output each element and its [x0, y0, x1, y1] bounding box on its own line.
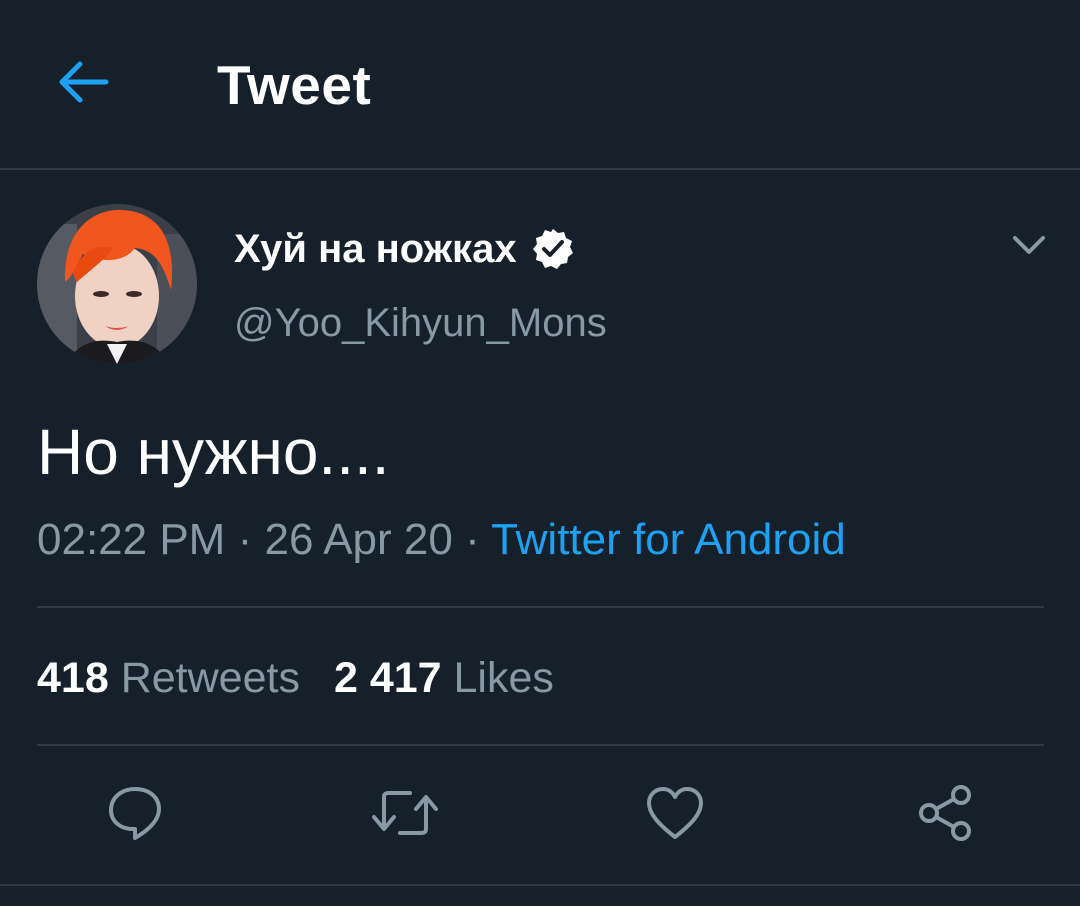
like-button[interactable]: [640, 780, 710, 850]
divider: [37, 744, 1044, 746]
avatar[interactable]: [37, 204, 197, 364]
likes-count: 2 417: [333, 654, 442, 702]
tweet-source-link[interactable]: Twitter for Android: [491, 515, 846, 564]
author-name-row[interactable]: Хуй на ножках: [234, 222, 575, 276]
author-name: Хуй на ножках: [234, 227, 517, 271]
reply-button[interactable]: [100, 780, 170, 850]
chevron-down-icon: [1012, 235, 1046, 260]
reply-icon: [105, 783, 165, 848]
meta-separator: ·: [237, 515, 253, 564]
tweet-time: 02:22 PM: [37, 515, 226, 564]
meta-separator: ·: [465, 515, 480, 564]
likes-label: Likes: [453, 654, 554, 702]
top-bar: Tweet: [0, 0, 1080, 170]
author-handle[interactable]: @Yoo_Kihyun_Mons: [234, 296, 607, 350]
tweet-stats: 418 Retweets 2 417 Likes: [37, 650, 554, 706]
tweet-text: Но нужно....: [37, 416, 390, 488]
retweet-icon: [370, 783, 440, 848]
share-button[interactable]: [910, 780, 980, 850]
page-title: Tweet: [217, 54, 372, 116]
divider: [37, 606, 1044, 608]
back-button[interactable]: [52, 54, 116, 114]
arrow-left-icon: [58, 60, 110, 109]
divider: [0, 884, 1080, 886]
tweet-menu-button[interactable]: [1006, 224, 1052, 270]
retweets-label: Retweets: [120, 654, 300, 702]
share-icon: [915, 783, 975, 848]
likes-stat[interactable]: 2 417 Likes: [334, 654, 554, 702]
verified-badge-icon: [531, 227, 575, 271]
tweet-meta: 02:22 PM · 26 Apr 20 · Twitter for Andro…: [37, 510, 846, 570]
retweets-count: 418: [37, 654, 109, 702]
heart-icon: [645, 785, 705, 846]
tweet-date: 26 Apr 20: [264, 515, 453, 564]
retweet-button[interactable]: [370, 780, 440, 850]
tweet-detail-screen: Tweet Хуй на ножках @Yoo_Kihyun_Mons Но …: [0, 0, 1080, 906]
retweets-stat[interactable]: 418 Retweets: [37, 654, 300, 702]
